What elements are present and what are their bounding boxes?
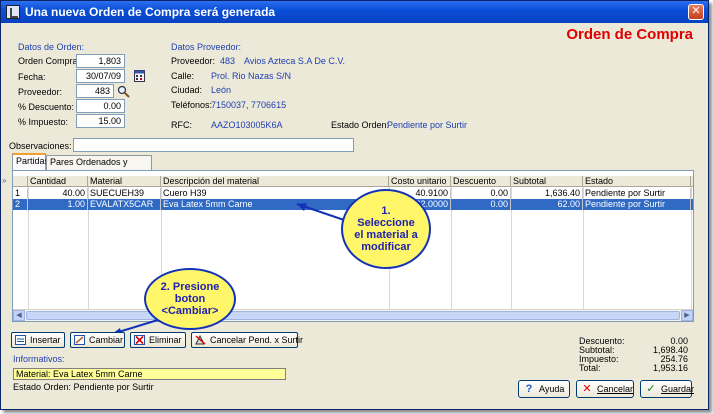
cancelar-pendientes-button[interactable]: Cancelar Pend. x Surtir: [191, 332, 303, 348]
guardar-label: Guardar: [661, 384, 695, 394]
eliminar-label: Eliminar: [149, 335, 182, 345]
guardar-button[interactable]: ✓ Guardar: [640, 380, 695, 398]
insertar-button[interactable]: Insertar: [11, 332, 65, 348]
ayuda-button[interactable]: ? Ayuda: [518, 380, 570, 398]
cancelar-button[interactable]: ✕ Cancelar: [576, 380, 634, 398]
total-total-value: 1,953.16: [652, 363, 688, 373]
informativos-label: Informativos:: [13, 354, 65, 364]
checkmark-icon: ✓: [646, 383, 656, 395]
total-total-label: Total:: [579, 363, 601, 373]
insertar-label: Insertar: [30, 335, 61, 345]
delete-icon: [134, 335, 145, 345]
ayuda-label: Ayuda: [539, 384, 565, 394]
material-info: Material: Eva Latex 5mm Carne: [13, 368, 286, 380]
callout-select-text: 1. Seleccione el material a modificar: [354, 205, 418, 253]
eliminar-button[interactable]: Eliminar: [130, 332, 186, 348]
callout-press-text: 2. Presione boton <Cambiar>: [160, 281, 220, 317]
cambiar-button[interactable]: Cambiar: [70, 332, 125, 348]
edit-icon: [74, 335, 85, 345]
cancel-icon: ✕: [582, 383, 592, 395]
callout-press-cambiar: 2. Presione boton <Cambiar>: [144, 268, 236, 330]
callout-select-material: 1. Seleccione el material a modificar: [341, 189, 431, 269]
cancelar-label: Cancelar: [597, 384, 634, 394]
insert-icon: [15, 335, 26, 345]
cambiar-label: Cambiar: [89, 335, 124, 345]
cancelar-pendientes-label: Cancelar Pend. x Surtir: [210, 335, 304, 345]
help-icon: ?: [525, 383, 533, 395]
purchase-order-window: Una nueva Orden de Compra será generada …: [0, 0, 709, 410]
cancel-pending-icon: [195, 335, 206, 345]
estado-info: Estado Orden: Pendiente por Surtir: [13, 382, 154, 392]
